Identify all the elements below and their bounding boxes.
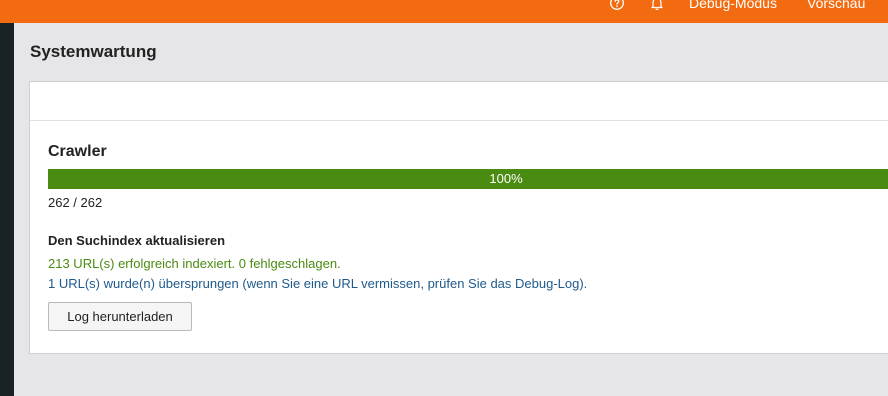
page-title: Systemwartung — [30, 42, 157, 61]
debug-mode-link[interactable]: Debug-Modus — [689, 0, 777, 13]
maintenance-panel: Crawler 100% 262 / 262 Den Suchindex akt… — [29, 81, 888, 354]
search-index-heading: Den Suchindex aktualisieren — [48, 233, 226, 248]
bell-icon[interactable] — [649, 0, 665, 11]
panel-header — [30, 82, 888, 121]
crawler-title: Crawler — [48, 143, 107, 160]
left-sidebar-edge — [0, 23, 14, 396]
help-circle-icon[interactable] — [609, 0, 625, 11]
progress-percentage: 100% — [489, 171, 523, 186]
index-success-message: 213 URL(s) erfolgreich indexiert. 0 fehl… — [48, 256, 341, 271]
top-bar: Debug-Modus Vorschau — [0, 0, 888, 23]
index-skipped-message: 1 URL(s) wurde(n) übersprungen (wenn Sie… — [48, 276, 588, 291]
download-log-button[interactable]: Log herunterladen — [48, 302, 192, 331]
crawler-progress-bar: 100% — [48, 169, 888, 189]
preview-link[interactable]: Vorschau — [807, 0, 865, 13]
progress-count: 262 / 262 — [48, 195, 103, 210]
